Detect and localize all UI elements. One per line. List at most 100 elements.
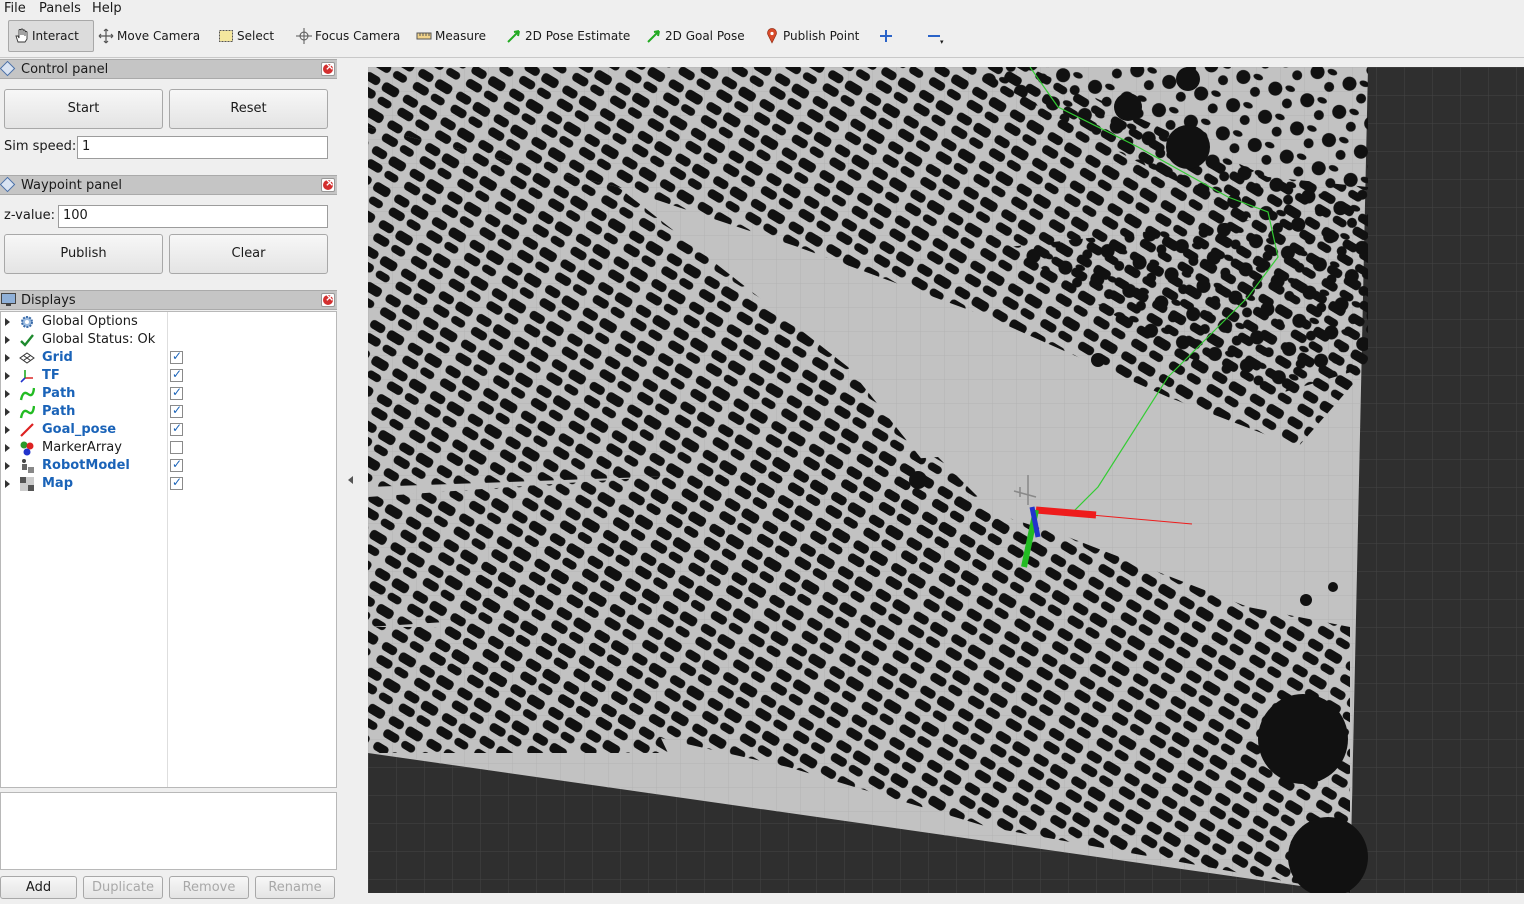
start-button[interactable]: Start (4, 89, 163, 129)
goal-pose-tool[interactable]: 2D Goal Pose (646, 20, 745, 52)
display-enable-checkbox[interactable] (170, 385, 183, 400)
expand-arrow-icon[interactable] (5, 372, 10, 380)
remove-tool-button[interactable]: ▾ (926, 20, 945, 52)
display-enable-checkbox[interactable] (170, 475, 183, 490)
green-arrow-icon (647, 30, 660, 43)
display-item-label: Global Options (42, 314, 138, 329)
add-button[interactable]: Add (0, 876, 77, 899)
display-enable-checkbox[interactable] (170, 421, 183, 436)
z-value-label: z-value: (4, 208, 56, 223)
grid-icon (19, 350, 35, 366)
display-properties-area (0, 792, 337, 870)
duplicate-button[interactable]: Duplicate (83, 876, 163, 899)
expand-arrow-icon[interactable] (5, 390, 10, 398)
move-camera-label: Move Camera (117, 29, 201, 43)
3d-scene (368, 67, 1524, 893)
path-icon (19, 386, 36, 402)
robot-icon (19, 458, 35, 474)
displays-tree: Global Options Global Status: Ok Grid TF Pat… (0, 311, 337, 788)
publish-button[interactable]: Publish (4, 234, 163, 274)
display-item-label: TF (42, 368, 60, 383)
panel-icon (0, 60, 16, 77)
focus-camera-label: Focus Camera (315, 29, 401, 43)
expand-arrow-icon[interactable] (5, 462, 10, 470)
remove-button[interactable]: Remove (169, 876, 249, 899)
display-enable-checkbox[interactable] (170, 367, 183, 382)
control-panel-title: Control panel (21, 62, 109, 77)
sim-speed-input[interactable]: 1 (77, 136, 328, 159)
displays-panel-header: Displays (0, 290, 337, 310)
monitor-icon (1, 293, 16, 306)
display-item[interactable]: MarkerArray (1, 439, 336, 457)
select-label: Select (237, 29, 275, 43)
display-item[interactable]: RobotModel (1, 457, 336, 475)
map-pin-icon (767, 28, 777, 44)
sim-speed-label: Sim speed: (4, 139, 77, 154)
display-item[interactable]: Path (1, 385, 336, 403)
display-item-label: Map (42, 476, 74, 491)
z-value-input[interactable]: 100 (58, 205, 328, 228)
pose-icon (19, 422, 35, 438)
plus-icon (880, 30, 892, 42)
menu-bar: File Panels Help (0, 0, 1524, 18)
select-tool[interactable]: Select (218, 20, 274, 52)
path-icon (19, 404, 36, 420)
toolbar: Interact Move Camera Select Focus Camera… (0, 18, 1524, 58)
display-item-label: Goal_pose (42, 422, 117, 437)
display-item[interactable]: TF (1, 367, 336, 385)
display-item-label: Global Status: Ok (42, 332, 156, 347)
display-item-label: RobotModel (42, 458, 130, 473)
close-icon[interactable] (321, 176, 335, 192)
menu-file[interactable]: File (4, 1, 26, 16)
expand-arrow-icon[interactable] (5, 444, 10, 452)
expand-arrow-icon[interactable] (5, 480, 10, 488)
dropdown-arrow-icon: ▾ (940, 38, 944, 46)
focus-camera-icon (296, 28, 312, 44)
move-camera-tool[interactable]: Move Camera (98, 20, 200, 52)
display-item[interactable]: Global Status: Ok (1, 331, 336, 349)
display-item[interactable]: Global Options (1, 313, 336, 331)
pose-estimate-tool[interactable]: 2D Pose Estimate (506, 20, 630, 52)
green-arrow-icon (507, 30, 520, 43)
expand-arrow-icon[interactable] (5, 426, 10, 434)
add-tool-button[interactable] (878, 20, 897, 52)
collapse-panel-arrow-icon[interactable] (348, 476, 353, 484)
display-enable-checkbox[interactable] (170, 441, 183, 454)
measure-label: Measure (435, 29, 486, 43)
close-icon[interactable] (321, 60, 335, 76)
map-icon (19, 476, 35, 492)
expand-arrow-icon[interactable] (5, 336, 10, 344)
measure-tool[interactable]: Measure (416, 20, 486, 52)
ruler-icon (416, 32, 432, 40)
display-item-label: MarkerArray (42, 440, 122, 455)
focus-camera-tool[interactable]: Focus Camera (296, 20, 400, 52)
panel-icon (0, 176, 16, 193)
menu-panels[interactable]: Panels (39, 1, 81, 16)
displays-panel-title: Displays (21, 293, 76, 308)
pose-estimate-label: 2D Pose Estimate (525, 29, 631, 43)
display-enable-checkbox[interactable] (170, 403, 183, 418)
interact-label: Interact (32, 29, 79, 43)
expand-arrow-icon[interactable] (5, 318, 10, 326)
expand-arrow-icon[interactable] (5, 354, 10, 362)
display-item[interactable]: Path (1, 403, 336, 421)
display-item[interactable]: Goal_pose (1, 421, 336, 439)
menu-help[interactable]: Help (92, 1, 122, 16)
display-enable-checkbox[interactable] (170, 457, 183, 472)
publish-point-tool[interactable]: Publish Point (764, 20, 859, 52)
waypoint-panel-title: Waypoint panel (21, 178, 123, 193)
display-enable-checkbox[interactable] (170, 349, 183, 364)
waypoint-panel-header: Waypoint panel (0, 175, 337, 195)
close-icon[interactable] (321, 291, 335, 307)
publish-point-label: Publish Point (783, 29, 860, 43)
rename-button[interactable]: Rename (255, 876, 335, 899)
display-item-label: Grid (42, 350, 73, 365)
display-item[interactable]: Map (1, 475, 336, 493)
3d-view[interactable] (368, 67, 1524, 893)
expand-arrow-icon[interactable] (5, 408, 10, 416)
reset-button[interactable]: Reset (169, 89, 328, 129)
clear-button[interactable]: Clear (169, 234, 328, 274)
display-item-label: Path (42, 404, 76, 419)
interact-tool[interactable]: Interact (8, 20, 94, 52)
display-item[interactable]: Grid (1, 349, 336, 367)
